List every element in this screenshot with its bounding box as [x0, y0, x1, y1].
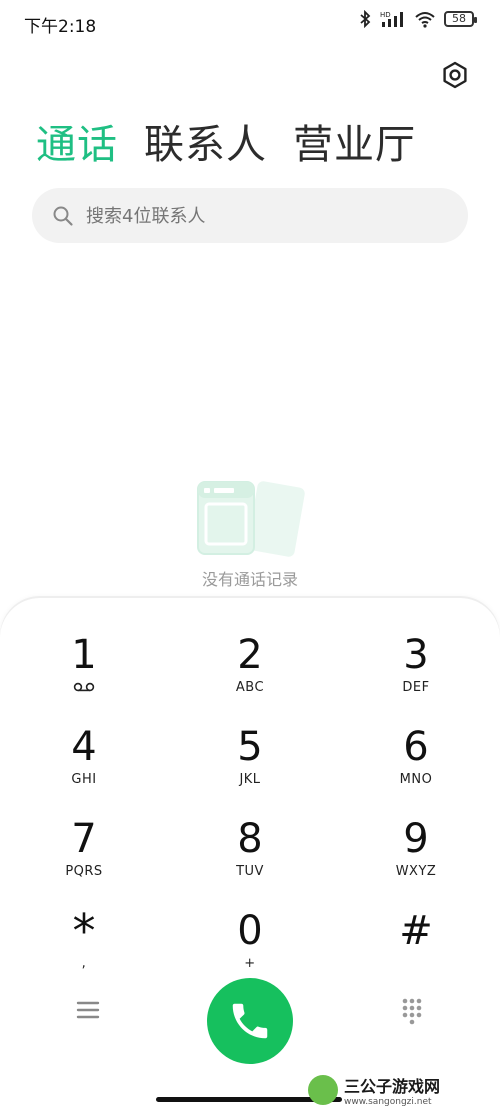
key-digit: 0	[237, 908, 263, 954]
status-icons: HD 58	[358, 10, 477, 28]
key-letters: GHI	[71, 772, 97, 787]
battery-icon: 58	[444, 11, 477, 27]
key-hash[interactable]: #	[356, 908, 476, 988]
key-7[interactable]: 7 PQRS	[24, 816, 144, 896]
hd-signal-icon: HD	[380, 11, 403, 27]
search-input[interactable]	[84, 188, 448, 245]
call-button[interactable]	[207, 978, 293, 1064]
key-letters: +	[244, 956, 256, 971]
bluetooth-icon	[360, 10, 371, 28]
key-digit: *	[72, 904, 96, 958]
key-0[interactable]: 0 +	[190, 908, 310, 988]
key-digit: 5	[237, 724, 263, 770]
key-letters: WXYZ	[395, 864, 437, 879]
dialpad-icon[interactable]	[398, 996, 426, 1026]
menu-icon[interactable]	[74, 998, 102, 1022]
key-9[interactable]: 9 WXYZ	[356, 816, 476, 896]
tab-contacts[interactable]: 联系人	[144, 112, 267, 170]
key-4[interactable]: 4 GHI	[24, 724, 144, 804]
watermark-text: 三公子游戏网 www.sangongzi.net	[344, 1073, 440, 1107]
key-letters: MNO	[399, 772, 433, 787]
key-1[interactable]: 1	[24, 632, 144, 712]
status-bar: 下午2:18 HD 58	[0, 0, 500, 44]
tab-service-hall[interactable]: 营业厅	[293, 112, 416, 170]
battery-level: 58	[452, 12, 466, 25]
key-digit: 2	[237, 632, 263, 678]
status-time: 下午2:18	[24, 17, 97, 37]
key-letters: JKL	[239, 772, 261, 787]
key-letters: DEF	[402, 680, 430, 695]
key-digit: 3	[403, 632, 429, 678]
key-5[interactable]: 5 JKL	[190, 724, 310, 804]
key-digit: 7	[71, 816, 97, 862]
key-digit: 6	[403, 724, 429, 770]
key-letters: ,	[81, 956, 87, 971]
key-star[interactable]: * ,	[24, 908, 144, 988]
key-3[interactable]: 3 DEF	[356, 632, 476, 712]
tab-calls[interactable]: 通话	[36, 112, 118, 170]
top-tabs: 通话 联系人 营业厅	[36, 112, 416, 170]
watermark: 三公子游戏网 www.sangongzi.net	[308, 1072, 494, 1108]
watermark-title: 三公子游戏网	[344, 1077, 441, 1096]
key-8[interactable]: 8 TUV	[190, 816, 310, 896]
settings-icon[interactable]	[440, 60, 470, 90]
svg-text:HD: HD	[380, 11, 391, 19]
key-digit: 1	[71, 632, 97, 678]
wifi-icon	[415, 12, 435, 28]
key-6[interactable]: 6 MNO	[356, 724, 476, 804]
search-bar[interactable]	[32, 188, 468, 245]
key-letters: TUV	[236, 864, 264, 879]
key-2[interactable]: 2 ABC	[190, 632, 310, 712]
watermark-url: www.sangongzi.net	[344, 1097, 432, 1107]
empty-call-log-icon	[197, 481, 305, 557]
watermark-logo-icon	[308, 1075, 338, 1105]
dialpad: 1 2 ABC 3 DEF 4 GHI 5 JKL 6 MNO 7 PQRS 8…	[0, 598, 500, 1111]
key-letters: PQRS	[65, 864, 103, 879]
key-digit: 4	[71, 724, 97, 770]
key-digit: 9	[403, 816, 429, 862]
key-digit: 8	[237, 816, 263, 862]
phone-icon	[232, 1003, 268, 1039]
voicemail-icon	[73, 682, 95, 692]
key-digit: #	[399, 908, 433, 954]
search-icon	[53, 206, 73, 226]
key-letters: ABC	[235, 680, 265, 695]
empty-state-text: 没有通话记录	[201, 570, 298, 589]
